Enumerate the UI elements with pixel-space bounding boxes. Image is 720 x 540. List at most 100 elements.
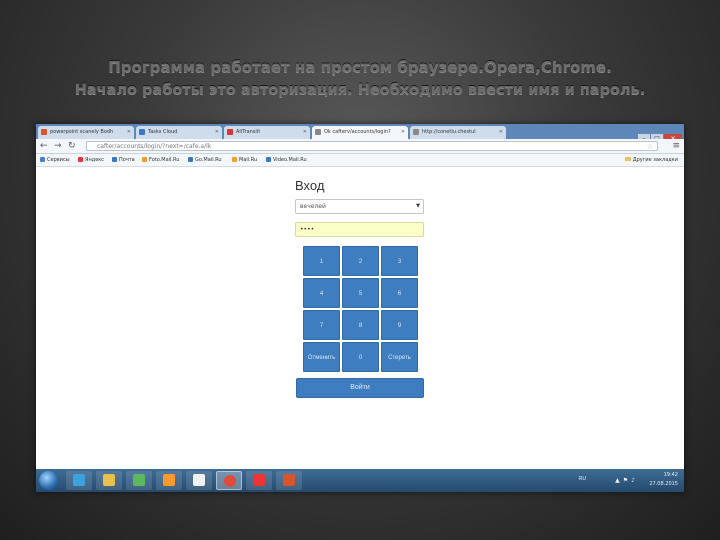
network-icon[interactable]: ▲ xyxy=(615,477,623,484)
bookmark-label: Go.Mail.Ru xyxy=(195,157,222,163)
key-4[interactable]: 4 xyxy=(303,278,340,308)
tab-label: http://conetlu.chestul xyxy=(422,129,476,135)
yandex-icon xyxy=(253,474,265,486)
bookmarks-bar: Сервисы Яндекс Почта Foto.Mail.Ru Go.Mai… xyxy=(36,154,684,167)
login-title: Вход xyxy=(295,178,325,193)
password-value: •••• xyxy=(300,226,315,233)
bookmark-item[interactable]: Яндекс xyxy=(78,154,104,166)
tab-favicon-icon xyxy=(41,129,47,135)
key-5[interactable]: 5 xyxy=(342,278,379,308)
bookmark-label: Почта xyxy=(119,157,135,163)
login-button[interactable]: Войти xyxy=(296,378,424,398)
tab-favicon-icon xyxy=(227,129,233,135)
taskbar-media[interactable] xyxy=(156,471,182,490)
user-select[interactable]: вечелей ▼ xyxy=(295,199,424,214)
taskbar-chrome[interactable] xyxy=(216,471,242,490)
close-icon[interactable]: ✕ xyxy=(127,126,131,139)
key-9[interactable]: 9 xyxy=(381,310,418,340)
apps-icon xyxy=(40,157,45,162)
reload-icon[interactable]: ↻ xyxy=(68,140,76,152)
close-icon[interactable]: ✕ xyxy=(401,126,405,139)
clock-time: 19:42 xyxy=(663,472,678,478)
folder-icon xyxy=(103,474,115,486)
clock[interactable]: 19:42 27.08.2015 xyxy=(649,471,678,489)
yandex-icon xyxy=(78,157,83,162)
tab-3[interactable]: Ok cafterv/accounts/login? ✕ xyxy=(312,126,408,139)
chrome-icon xyxy=(224,475,236,487)
tab-2[interactable]: AllTranslit ✕ xyxy=(224,126,310,139)
photo-icon xyxy=(142,157,147,162)
media-icon xyxy=(163,474,175,486)
bookmark-item[interactable]: Сервисы xyxy=(40,154,70,166)
tab-label: Ok cafterv/accounts/login? xyxy=(324,129,391,135)
taskbar-yandex[interactable] xyxy=(246,471,272,490)
menu-icon[interactable]: ≡ xyxy=(672,140,680,152)
bookmark-label: Foto.Mail.Ru xyxy=(149,157,180,163)
browser-screenshot: powerpoint scanely Bodh ✕ Tasks Cloud ✕ … xyxy=(36,124,684,492)
key-8[interactable]: 8 xyxy=(342,310,379,340)
key-6[interactable]: 6 xyxy=(381,278,418,308)
close-icon[interactable]: ✕ xyxy=(215,126,219,139)
arrow-icon xyxy=(193,474,205,486)
bookmark-label: Яндекс xyxy=(85,157,105,163)
taskbar-arrow[interactable] xyxy=(186,471,212,490)
tab-favicon-icon xyxy=(139,129,145,135)
tab-4[interactable]: http://conetlu.chestul ✕ xyxy=(410,126,506,139)
browser-toolbar: ← → ↻ cafter/accounts/login/?next=/cafe.… xyxy=(36,139,684,154)
window-controls: –□✕ xyxy=(637,125,682,143)
forward-icon[interactable]: → xyxy=(54,140,62,152)
key-cancel[interactable]: Отменить xyxy=(303,342,340,372)
key-0[interactable]: 0 xyxy=(342,342,379,372)
mail-icon xyxy=(112,157,117,162)
key-1[interactable]: 1 xyxy=(303,246,340,276)
start-button[interactable] xyxy=(39,471,58,490)
bookmark-item[interactable]: Go.Mail.Ru xyxy=(188,154,222,166)
taskbar-paint[interactable] xyxy=(276,471,302,490)
ie-icon xyxy=(73,474,85,486)
flag-icon[interactable]: ⚑ xyxy=(623,477,631,484)
key-2[interactable]: 2 xyxy=(342,246,379,276)
taskbar-ie[interactable] xyxy=(66,471,92,490)
close-icon[interactable]: ✕ xyxy=(499,126,503,139)
key-3[interactable]: 3 xyxy=(381,246,418,276)
star-icon[interactable]: ☆ xyxy=(647,142,653,152)
video-icon xyxy=(266,157,271,162)
language-indicator[interactable]: RU xyxy=(579,476,586,482)
chevron-down-icon: ▼ xyxy=(416,203,420,209)
slide-title-line2: Начало работы это авторизация. Необходим… xyxy=(74,82,646,98)
login-page: Вход вечелей ▼ •••• 1 2 3 4 5 6 7 8 9 От… xyxy=(36,167,684,469)
slide-title-line1: Программа работает на простом браузере.O… xyxy=(108,58,612,76)
tab-label: powerpoint scanely Bodh xyxy=(50,129,114,135)
bookmark-item[interactable]: Mail.Ru xyxy=(232,154,257,166)
tab-favicon-icon xyxy=(315,129,321,135)
tab-1[interactable]: Tasks Cloud ✕ xyxy=(136,126,222,139)
bookmark-label: Mail.Ru xyxy=(239,157,258,163)
bookmark-item[interactable]: Foto.Mail.Ru xyxy=(142,154,179,166)
tab-label: AllTranslit xyxy=(236,129,261,135)
url-text: cafter/accounts/login/?next=/cafe.a/lk xyxy=(97,143,212,150)
clock-date: 27.08.2015 xyxy=(649,481,678,487)
password-field[interactable]: •••• xyxy=(295,222,424,237)
search-icon xyxy=(188,157,193,162)
user-select-value: вечелей xyxy=(300,203,326,210)
taskbar-app[interactable] xyxy=(126,471,152,490)
tab-0[interactable]: powerpoint scanely Bodh ✕ xyxy=(38,126,134,139)
folder-icon xyxy=(624,157,631,161)
taskbar: RU ▲⚑♪ 19:42 27.08.2015 xyxy=(36,469,684,492)
other-bookmarks[interactable]: Другие закладки xyxy=(624,154,678,166)
back-icon[interactable]: ← xyxy=(40,140,48,152)
app-icon xyxy=(133,474,145,486)
bookmark-label: Сервисы xyxy=(47,157,70,163)
close-icon[interactable]: ✕ xyxy=(303,126,307,139)
key-7[interactable]: 7 xyxy=(303,310,340,340)
tray-icons: ▲⚑♪ xyxy=(615,477,638,484)
address-bar[interactable]: cafter/accounts/login/?next=/cafe.a/lk ☆ xyxy=(86,141,658,151)
mail-ru-icon xyxy=(232,157,237,162)
volume-icon[interactable]: ♪ xyxy=(631,477,638,484)
bookmark-item[interactable]: Почта xyxy=(112,154,135,166)
tab-favicon-icon xyxy=(413,129,419,135)
key-erase[interactable]: Стереть xyxy=(381,342,418,372)
tab-strip: powerpoint scanely Bodh ✕ Tasks Cloud ✕ … xyxy=(36,124,684,143)
taskbar-explorer[interactable] xyxy=(96,471,122,490)
bookmark-item[interactable]: Video.Mail.Ru xyxy=(266,154,307,166)
